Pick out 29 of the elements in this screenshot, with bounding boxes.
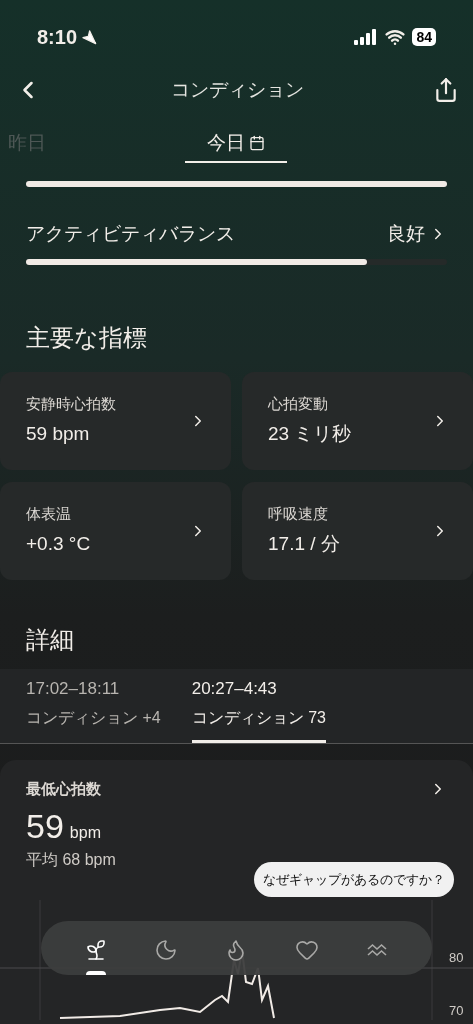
score-value-link[interactable]: 良好 xyxy=(387,220,447,249)
axis-label: 80 xyxy=(449,948,464,967)
unit-label: bpm xyxy=(69,823,101,843)
axis-label: 70 xyxy=(449,1001,464,1020)
card-title: 最低心拍数 xyxy=(26,778,101,799)
average-text: 平均 68 bpm xyxy=(26,850,117,870)
signal-icon xyxy=(354,29,379,45)
gap-tooltip[interactable]: なぜギャップがあるのですか？ xyxy=(254,861,454,897)
metric-card[interactable]: 呼吸速度 17.1 / 分 xyxy=(242,481,473,580)
page-title: コンディション xyxy=(171,77,304,102)
metric-card[interactable]: 体表温 +0.3 °C xyxy=(0,481,231,580)
score-label: アクティビティバランス xyxy=(26,222,235,246)
location-icon xyxy=(81,29,98,45)
heart-icon xyxy=(294,938,319,962)
section-heading: 主要な指標 xyxy=(25,322,148,353)
status-time: 8:10 xyxy=(37,25,78,50)
session-tab[interactable]: 17:02–18:11 コンディション +4 xyxy=(26,668,161,743)
battery-indicator: 84 xyxy=(412,28,436,46)
selected-indicator xyxy=(86,971,107,975)
heart-rate-value: 59 xyxy=(26,806,64,846)
wifi-icon xyxy=(385,27,406,47)
section-heading: 詳細 xyxy=(25,624,75,655)
share-icon xyxy=(433,77,459,103)
moon-icon xyxy=(154,938,179,962)
metric-card[interactable]: 心拍変動 23 ミリ秒 xyxy=(242,371,473,470)
metric-card[interactable]: 安静時心拍数 59 bpm xyxy=(0,371,231,470)
calendar-icon xyxy=(249,135,265,151)
session-tab[interactable]: 20:27–4:43 コンディション 73 xyxy=(191,668,326,743)
date-tab[interactable]: 今日 xyxy=(185,125,287,163)
